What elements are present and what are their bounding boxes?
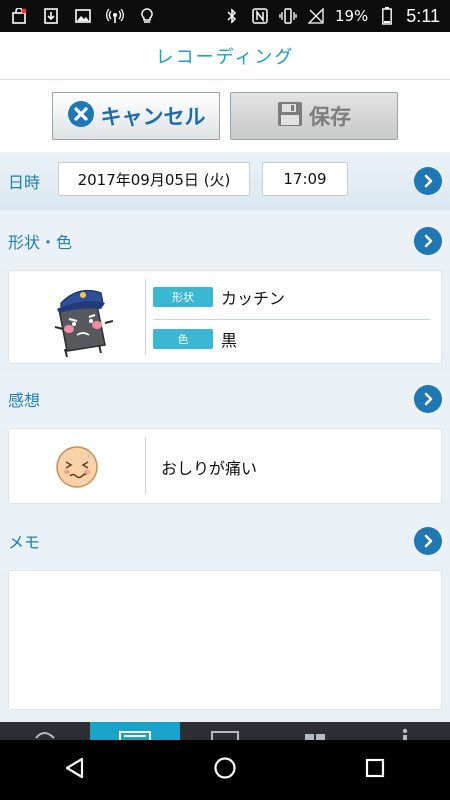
image-icon: [74, 7, 92, 25]
shape-row: 形状 カッチン: [153, 285, 285, 309]
hotspot-icon: [106, 7, 124, 25]
record-tab[interactable]: [90, 722, 180, 740]
signal-icon: [35, 732, 55, 739]
card-divider: [145, 437, 146, 495]
time-field[interactable]: 17:09: [262, 162, 348, 196]
grid-icon: [305, 734, 325, 740]
no-signal-icon: [307, 7, 325, 25]
download-icon: [42, 7, 60, 25]
feeling-value: おしりが痛い: [161, 459, 258, 478]
color-row: 色 黒: [153, 327, 237, 351]
memo-text: [9, 571, 441, 591]
shape-tag: 形状: [153, 287, 213, 307]
row-divider: [153, 319, 431, 320]
memo-label: メモ: [8, 533, 41, 552]
datetime-label: 日時: [8, 173, 41, 192]
battery-icon: [378, 7, 396, 25]
signal-tab[interactable]: [0, 722, 90, 740]
shape-color-section: 形状・色: [0, 212, 450, 270]
card-divider: [145, 279, 146, 355]
bottom-tab-bar: [0, 722, 450, 740]
shape-value: カッチン: [221, 289, 286, 308]
shopping-bag-icon: [10, 7, 28, 25]
shape-color-arrow-button[interactable]: [414, 227, 442, 255]
floppy-disk-icon: [277, 101, 303, 132]
recents-button[interactable]: [364, 757, 386, 783]
color-value: 黒: [221, 331, 238, 350]
calendar-icon: [211, 731, 239, 740]
home-button[interactable]: [213, 756, 237, 784]
date-field[interactable]: 2017年09月05日 (火): [58, 162, 250, 196]
feeling-section: 感想: [0, 370, 450, 428]
bluetooth-icon: [223, 7, 241, 25]
color-tag: 色: [153, 329, 213, 349]
feeling-arrow-button[interactable]: [414, 385, 442, 413]
memo-arrow-button[interactable]: [414, 527, 442, 555]
more-tab[interactable]: [360, 722, 450, 740]
action-bar: キャンセル 保存: [0, 80, 450, 152]
feeling-card[interactable]: おしりが痛い: [8, 428, 442, 504]
back-button[interactable]: [64, 757, 86, 783]
stool-character-icon: [39, 279, 125, 365]
battery-percent: 19%: [334, 7, 369, 25]
recents-square-icon: [366, 758, 385, 778]
more-icon: [402, 728, 408, 740]
lightbulb-icon: [138, 7, 156, 25]
home-icon: [214, 757, 236, 779]
chevron-right-icon: [424, 234, 433, 248]
pained-face-icon: [55, 445, 99, 493]
memo-area[interactable]: [8, 570, 442, 710]
cancel-button[interactable]: キャンセル: [52, 92, 220, 140]
feeling-label: 感想: [8, 391, 41, 410]
record-list-icon: [119, 731, 151, 740]
navigation-bar: [0, 740, 450, 800]
calendar-tab[interactable]: [180, 722, 270, 740]
shape-color-card[interactable]: 形状 カッチン 色 黒: [8, 270, 442, 364]
title-bar: レコーディング: [0, 32, 450, 80]
grid-tab[interactable]: [270, 722, 360, 740]
cancel-label: キャンセル: [100, 105, 206, 129]
chevron-right-icon: [424, 534, 433, 548]
back-triangle-icon: [65, 757, 83, 779]
memo-section: メモ: [0, 512, 450, 570]
datetime-arrow-button[interactable]: [414, 167, 442, 195]
save-button[interactable]: 保存: [230, 92, 398, 140]
save-label: 保存: [309, 105, 351, 129]
chevron-right-icon: [424, 174, 433, 188]
clock: 5:11: [406, 5, 440, 26]
page-title: レコーディング: [155, 46, 295, 68]
chevron-right-icon: [424, 392, 433, 406]
shape-color-label: 形状・色: [8, 233, 73, 252]
status-bar: 19% 5:11: [0, 0, 450, 32]
nfc-icon: [251, 7, 269, 25]
close-circle-icon: [67, 100, 95, 133]
vibrate-icon: [279, 7, 297, 25]
